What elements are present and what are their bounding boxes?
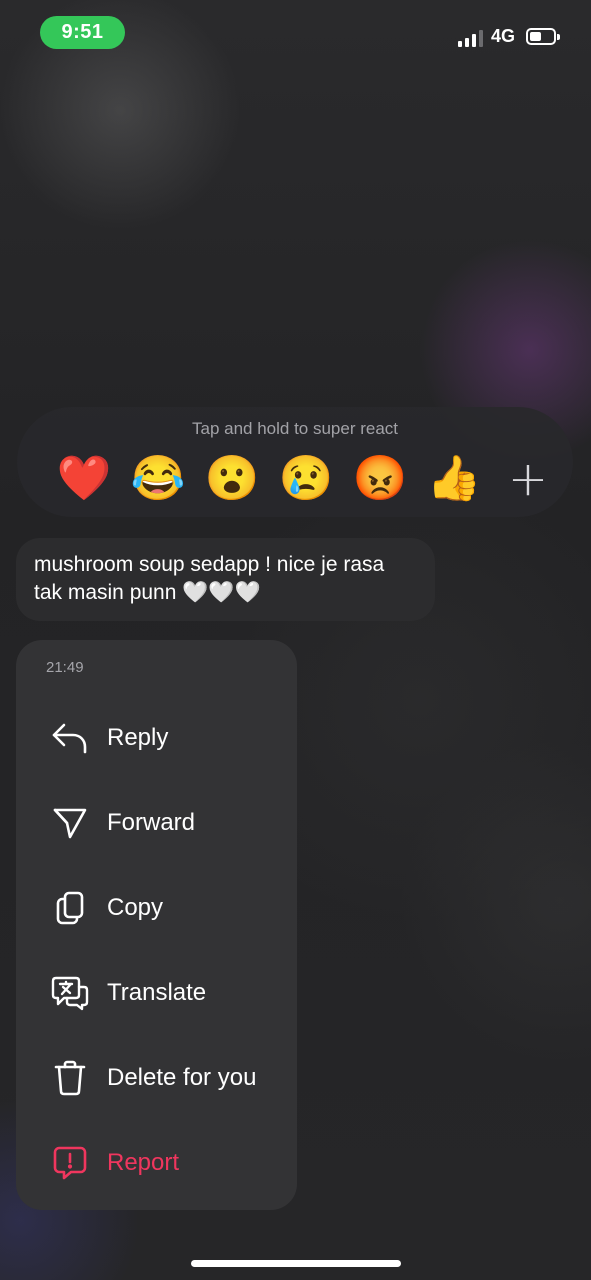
forward-icon xyxy=(50,803,90,843)
status-time: 9:51 xyxy=(40,16,125,49)
menu-item-translate[interactable]: Translate xyxy=(16,950,297,1035)
report-icon xyxy=(50,1143,90,1183)
cellular-signal-icon xyxy=(458,27,483,47)
battery-icon xyxy=(526,28,560,45)
reply-icon xyxy=(50,718,90,758)
menu-label-forward: Forward xyxy=(107,808,196,836)
network-type: 4G xyxy=(491,26,516,46)
menu-label-reply: Reply xyxy=(107,723,169,751)
menu-label-translate: Translate xyxy=(107,978,207,1006)
message-timestamp: 21:49 xyxy=(46,659,84,676)
status-bar: 9:51 4G xyxy=(0,0,591,70)
reaction-bar: Tap and hold to super react ❤️ 😂 😮 😢 😡 👍… xyxy=(17,407,573,517)
super-react-hint: Tap and hold to super react xyxy=(191,419,399,438)
message-bubble[interactable]: mushroom soup sedapp ! nice je rasa tak … xyxy=(16,538,435,621)
translate-icon xyxy=(50,973,90,1013)
more-reactions-plus-icon[interactable]: + xyxy=(491,451,565,507)
menu-label-report: Report xyxy=(107,1148,180,1176)
reaction-angry-button[interactable]: 😡 xyxy=(343,451,417,507)
menu-item-report[interactable]: Report xyxy=(16,1120,297,1205)
reaction-row: ❤️ 😂 😮 😢 😡 👍 + xyxy=(47,451,565,507)
home-indicator[interactable] xyxy=(191,1260,401,1267)
battery-level xyxy=(530,32,541,41)
message-context-menu: 21:49 Reply Forward Copy Translate Delet… xyxy=(16,640,297,1210)
reaction-joy-button[interactable]: 😂 xyxy=(121,451,195,507)
menu-label-copy: Copy xyxy=(107,893,164,921)
trash-icon xyxy=(50,1058,90,1098)
menu-item-reply[interactable]: Reply xyxy=(16,695,297,780)
reaction-thumbs-up-button[interactable]: 👍 xyxy=(417,451,491,507)
reaction-surprised-button[interactable]: 😮 xyxy=(195,451,269,507)
menu-item-delete-for-you[interactable]: Delete for you xyxy=(16,1035,297,1120)
message-text: mushroom soup sedapp ! nice je rasa tak … xyxy=(34,553,385,604)
menu-label-delete-for-you: Delete for you xyxy=(107,1063,257,1091)
menu-item-forward[interactable]: Forward xyxy=(16,780,297,865)
reaction-cry-button[interactable]: 😢 xyxy=(269,451,343,507)
menu-item-copy[interactable]: Copy xyxy=(16,865,297,950)
reaction-heart-button[interactable]: ❤️ xyxy=(47,451,121,507)
copy-icon xyxy=(50,888,90,928)
